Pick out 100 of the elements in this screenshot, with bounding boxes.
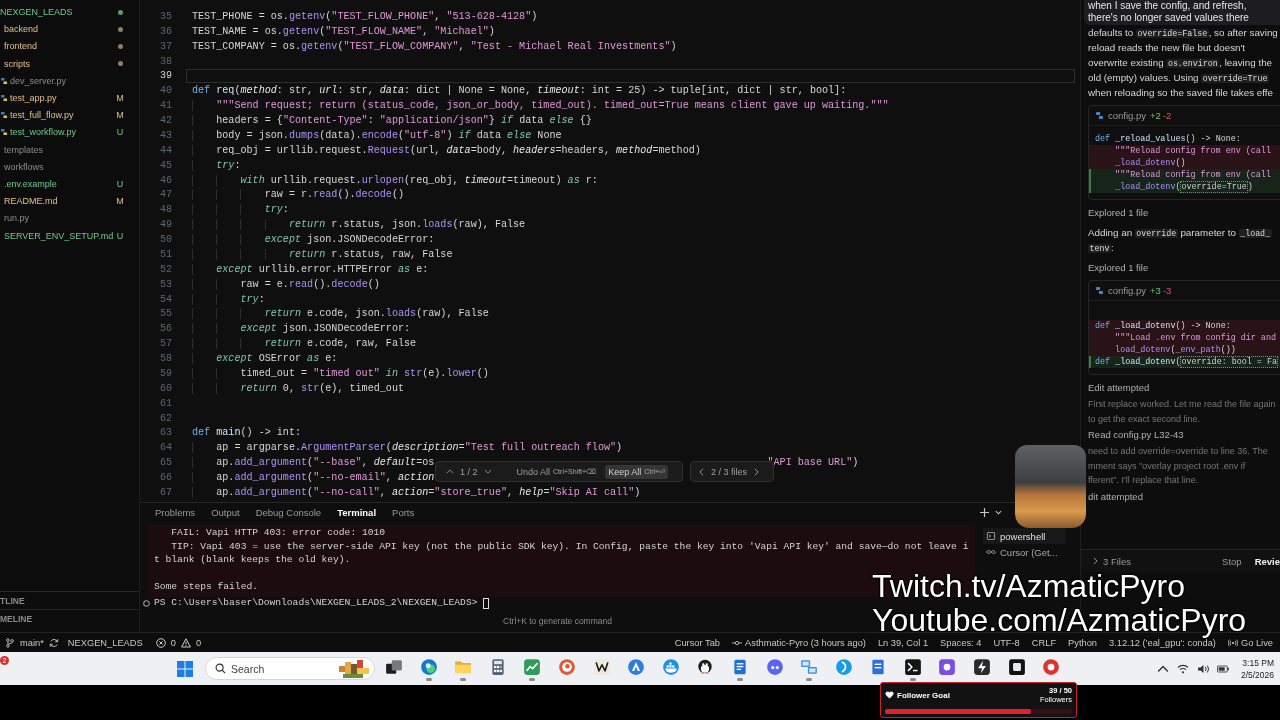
status-item[interactable]: Spaces: 4: [940, 637, 982, 648]
search-field[interactable]: Search: [205, 657, 375, 680]
overlapping-squares-icon[interactable]: [385, 658, 403, 676]
speaker-icon[interactable]: [1196, 663, 1209, 674]
section-header[interactable]: MELINE: [0, 609, 139, 627]
four-squares-icon[interactable]: [177, 660, 193, 677]
chevron-up-icon[interactable]: [446, 469, 454, 474]
panel-tab[interactable]: Problems: [155, 507, 196, 518]
line-number: 66: [159, 472, 172, 484]
stop-button[interactable]: Stop: [1222, 555, 1242, 567]
chart-icon[interactable]: [523, 658, 542, 676]
chevron-down-icon[interactable]: [483, 469, 492, 474]
terminal-session[interactable]: powershell: [983, 528, 1066, 544]
reasoning-note: First replace worked. Let me read the file again to get the exact second line.: [1088, 398, 1277, 426]
chevron-down-icon[interactable]: [995, 510, 1002, 515]
error-icon[interactable]: [155, 637, 166, 648]
warning-count[interactable]: 0: [195, 637, 202, 648]
diff-file-name[interactable]: config.py: [1108, 285, 1147, 296]
orb-icon[interactable]: [419, 658, 438, 676]
monitors-icon[interactable]: [800, 658, 819, 676]
tree-item[interactable]: backend: [4, 24, 115, 35]
tree-item[interactable]: test_app.py: [10, 93, 115, 104]
chevron-right-icon[interactable]: [1093, 557, 1098, 565]
status-item[interactable]: CRLF: [1031, 637, 1057, 648]
tree-item[interactable]: README.md: [4, 196, 115, 207]
line-number: 38: [159, 55, 172, 67]
code-line: body = json.dumps(data).encode("utf-8") if data else None: [192, 129, 562, 141]
tree-item[interactable]: run.py: [4, 213, 125, 224]
terminal-line: TIP: Vapi 403 = use the server-side API key (not the public SDK key). In Config, paste the key into 'Vapi API key' and save—do not leave i: [170, 540, 970, 554]
status-item[interactable]: Cursor Tab: [674, 637, 721, 648]
code-line: raw = e.read().decode(): [192, 278, 380, 290]
status-item[interactable]: Go Live: [1240, 637, 1273, 648]
message-paragraph: Adding an override parameter to _load_ tenv:: [1088, 226, 1273, 255]
tree-item[interactable]: NEXGEN_LEADS: [0, 7, 115, 18]
file-type-icon: [0, 128, 8, 137]
bolt-icon[interactable]: [973, 658, 992, 676]
boat-icon[interactable]: [661, 658, 680, 676]
clock-date[interactable]: 2/5/2026: [1240, 668, 1274, 681]
clock-time[interactable]: 3:15 PM: [1242, 656, 1274, 669]
terminal-session[interactable]: Cursor (Get...: [983, 544, 1066, 560]
target-icon[interactable]: [557, 658, 576, 676]
status-item[interactable]: Asthmatic-Pyro (3 hours ago): [745, 637, 866, 648]
tree-item[interactable]: frontend: [4, 41, 115, 52]
activity-status: dit attempted: [1088, 489, 1144, 504]
eyes-circle-icon[interactable]: [765, 658, 784, 676]
tree-item[interactable]: templates: [4, 144, 125, 155]
chevron-right-icon[interactable]: [754, 467, 760, 476]
file-type-icon: [0, 111, 8, 120]
battery-icon[interactable]: [1216, 663, 1229, 674]
line-number: 43: [159, 129, 172, 141]
error-count[interactable]: 0: [170, 637, 176, 648]
square-in-square-icon[interactable]: [1007, 658, 1026, 676]
changed-files-toggle[interactable]: 3 Files: [1103, 555, 1131, 567]
chevron-up-icon[interactable]: [1156, 663, 1169, 674]
panel-tab[interactable]: Terminal: [337, 507, 377, 518]
line-number: 62: [159, 412, 172, 424]
tree-item[interactable]: SERVER_ENV_SETUP.md: [4, 230, 115, 241]
code-line: except json.JSONDecodeError:: [192, 234, 435, 246]
tree-item[interactable]: scripts: [4, 58, 115, 69]
activity-status: Read config.py L32-43: [1088, 428, 1185, 442]
code-line: req_obj = urllib.request.Request(url, data=body, headers=headers, method=method): [192, 144, 701, 156]
code-line: return r.status, json.loads(raw), False: [192, 219, 526, 231]
record-icon[interactable]: [1042, 658, 1061, 676]
search-icon: [215, 663, 226, 674]
prompt-icon[interactable]: [903, 658, 922, 676]
status-item[interactable]: 3.12.12 ('eal_gpu': conda): [1109, 637, 1216, 648]
branch-name[interactable]: main*: [20, 637, 44, 648]
change-counter: 1 / 2: [460, 466, 478, 477]
status-item[interactable]: Ln 39, Col 1: [877, 637, 929, 648]
wifi-icon[interactable]: [1176, 663, 1189, 674]
plus-icon[interactable]: [980, 508, 989, 517]
caret-circle-icon[interactable]: [627, 658, 646, 676]
dot-square-icon[interactable]: [938, 658, 957, 676]
tree-item[interactable]: test_workflow.py: [10, 127, 115, 138]
removed-count: -2: [1162, 110, 1172, 121]
zigzag-icon[interactable]: [592, 658, 611, 676]
penguin-icon[interactable]: [696, 658, 715, 676]
diff-file-name[interactable]: config.py: [1108, 110, 1147, 121]
tree-item[interactable]: test_full_flow.py: [10, 110, 115, 121]
tree-item[interactable]: dev_server.py: [10, 75, 125, 86]
section-header[interactable]: TLINE: [0, 591, 139, 609]
panel-tab[interactable]: Ports: [392, 507, 415, 518]
status-item[interactable]: UTF-8: [993, 637, 1020, 648]
review-button[interactable]: Revie: [1254, 555, 1280, 567]
code-line: def main() -> int:: [192, 427, 302, 439]
workspace-name[interactable]: NEXGEN_LEADS: [67, 637, 143, 648]
tree-item[interactable]: .env.example: [4, 178, 115, 189]
warning-icon[interactable]: [180, 637, 191, 648]
chevron-left-icon[interactable]: [699, 467, 704, 476]
branch-icon[interactable]: [5, 637, 15, 648]
panel-tab[interactable]: Debug Console: [255, 507, 322, 518]
code-line: return e.code, json.loads(raw), False: [192, 308, 489, 320]
panel-tab[interactable]: Output: [211, 507, 240, 518]
crescent-circle-icon[interactable]: [834, 658, 853, 676]
line-number: 46: [159, 174, 172, 186]
tree-item[interactable]: workflows: [4, 161, 125, 172]
sync-icon[interactable]: [48, 637, 59, 648]
added-count: +3: [1150, 285, 1161, 296]
status-item[interactable]: Python: [1068, 637, 1097, 648]
code-line: timed_out = "timed out" in str(e).lower(): [192, 367, 489, 379]
